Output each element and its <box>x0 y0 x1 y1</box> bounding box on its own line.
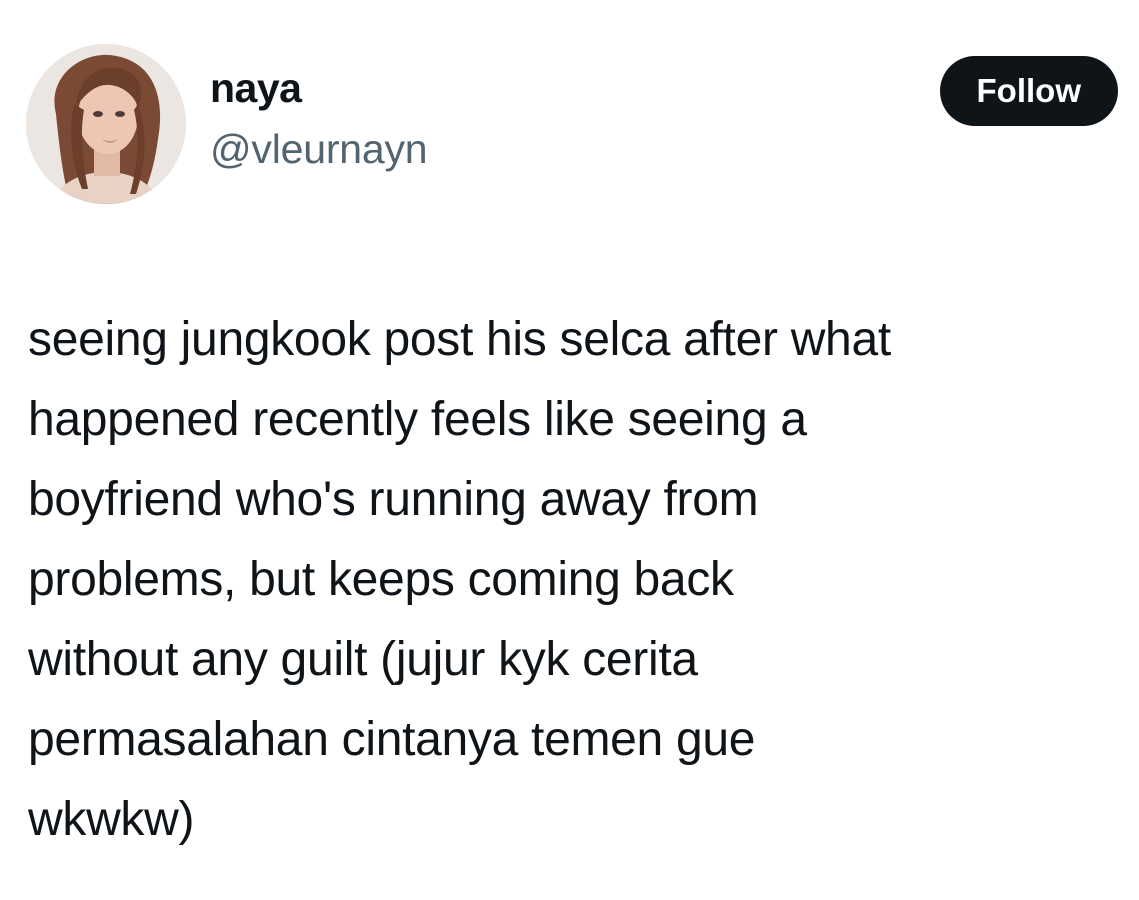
avatar[interactable] <box>26 44 186 204</box>
author-info: naya @vleurnayn <box>210 68 428 170</box>
tweet-card: naya @vleurnayn Follow seeing jungkook p… <box>0 0 1139 900</box>
follow-button[interactable]: Follow <box>939 56 1118 126</box>
display-name[interactable]: naya <box>210 68 427 109</box>
tweet-text: seeing jungkook post his selca after wha… <box>28 313 891 846</box>
profile-photo-icon <box>26 44 186 204</box>
user-handle[interactable]: @vleurnayn <box>210 129 428 170</box>
tweet-header: naya @vleurnayn Follow <box>26 44 1118 204</box>
